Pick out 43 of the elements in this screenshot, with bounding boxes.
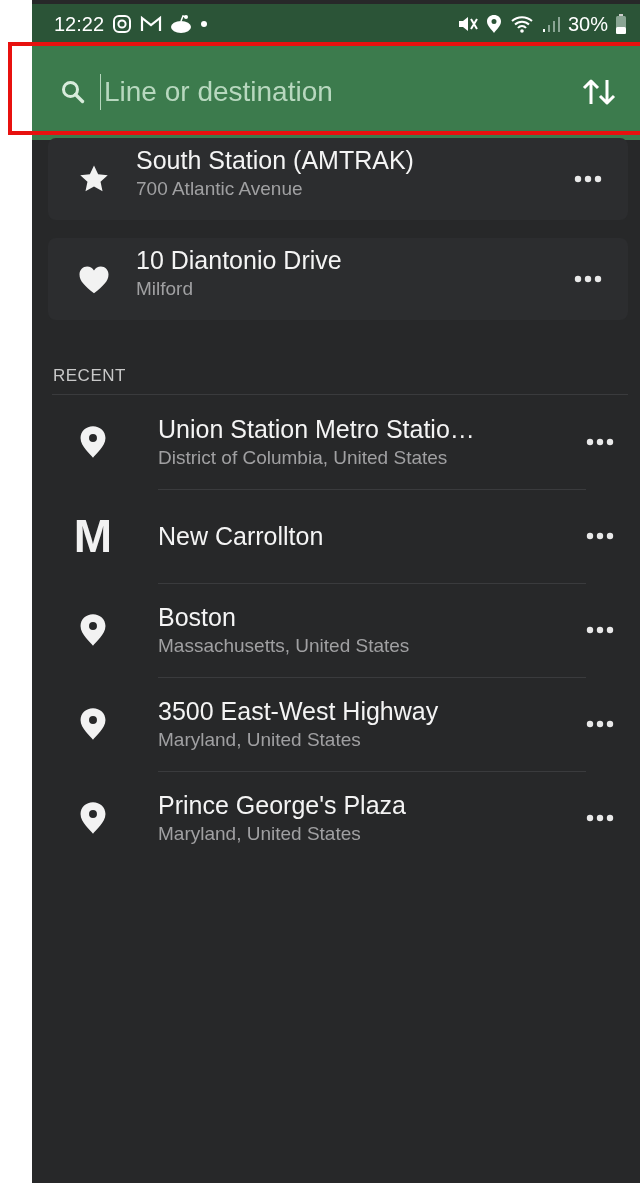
- location-pin-icon: [79, 801, 107, 835]
- favorite-card[interactable]: 10 Diantonio Drive Milford: [48, 238, 628, 320]
- location-icon: [485, 14, 502, 34]
- place-subtitle: Milford: [136, 278, 194, 300]
- more-icon[interactable]: [586, 532, 614, 540]
- more-icon[interactable]: [586, 720, 614, 728]
- place-subtitle: District of Columbia, United States: [158, 447, 449, 469]
- swap-arrows-icon[interactable]: [582, 78, 616, 106]
- place-title[interactable]: Prince George's Plaza: [158, 791, 586, 820]
- heart-icon: [78, 264, 110, 294]
- wifi-icon: [509, 14, 534, 34]
- search-bar[interactable]: Line or destination: [32, 44, 640, 140]
- section-header: RECENT: [53, 366, 127, 386]
- place-subtitle: Maryland, United States: [158, 823, 362, 845]
- more-icon[interactable]: [574, 175, 602, 183]
- more-icon[interactable]: [586, 626, 614, 634]
- mail-app-icon: [140, 15, 163, 33]
- search-field[interactable]: Line or destination: [100, 74, 568, 110]
- location-pin-icon: [79, 613, 107, 647]
- favorite-card[interactable]: South Station (AMTRAK) 700 Atlantic Avenue: [48, 138, 628, 220]
- mute-icon: [457, 15, 478, 33]
- battery-icon: [616, 14, 626, 34]
- more-icon[interactable]: [574, 275, 602, 283]
- more-icon[interactable]: [586, 814, 614, 822]
- battery-percent: 30%: [567, 12, 608, 36]
- more-icon[interactable]: [586, 438, 614, 446]
- search-icon: [60, 79, 86, 105]
- location-pin-icon: [79, 425, 107, 459]
- notification-dot-icon: [200, 20, 209, 28]
- place-subtitle: Massachusetts, United States: [158, 635, 411, 657]
- place-title: 10 Diantonio Drive: [136, 246, 343, 275]
- place-subtitle: 700 Atlantic Avenue: [136, 178, 304, 200]
- metro-icon: M: [73, 513, 113, 559]
- status-time: 12:22: [54, 12, 105, 36]
- signal-icon: [541, 15, 560, 33]
- place-subtitle: Maryland, United States: [158, 729, 362, 751]
- place-title[interactable]: Boston: [158, 603, 586, 632]
- place-title[interactable]: New Carrollton: [158, 521, 586, 551]
- place-title[interactable]: Union Station Metro Statio…: [158, 415, 586, 444]
- location-pin-icon: [79, 707, 107, 741]
- place-title[interactable]: 3500 East-West Highway: [158, 697, 586, 726]
- place-title: South Station (AMTRAK): [136, 146, 415, 175]
- camera-app-icon: [112, 14, 133, 34]
